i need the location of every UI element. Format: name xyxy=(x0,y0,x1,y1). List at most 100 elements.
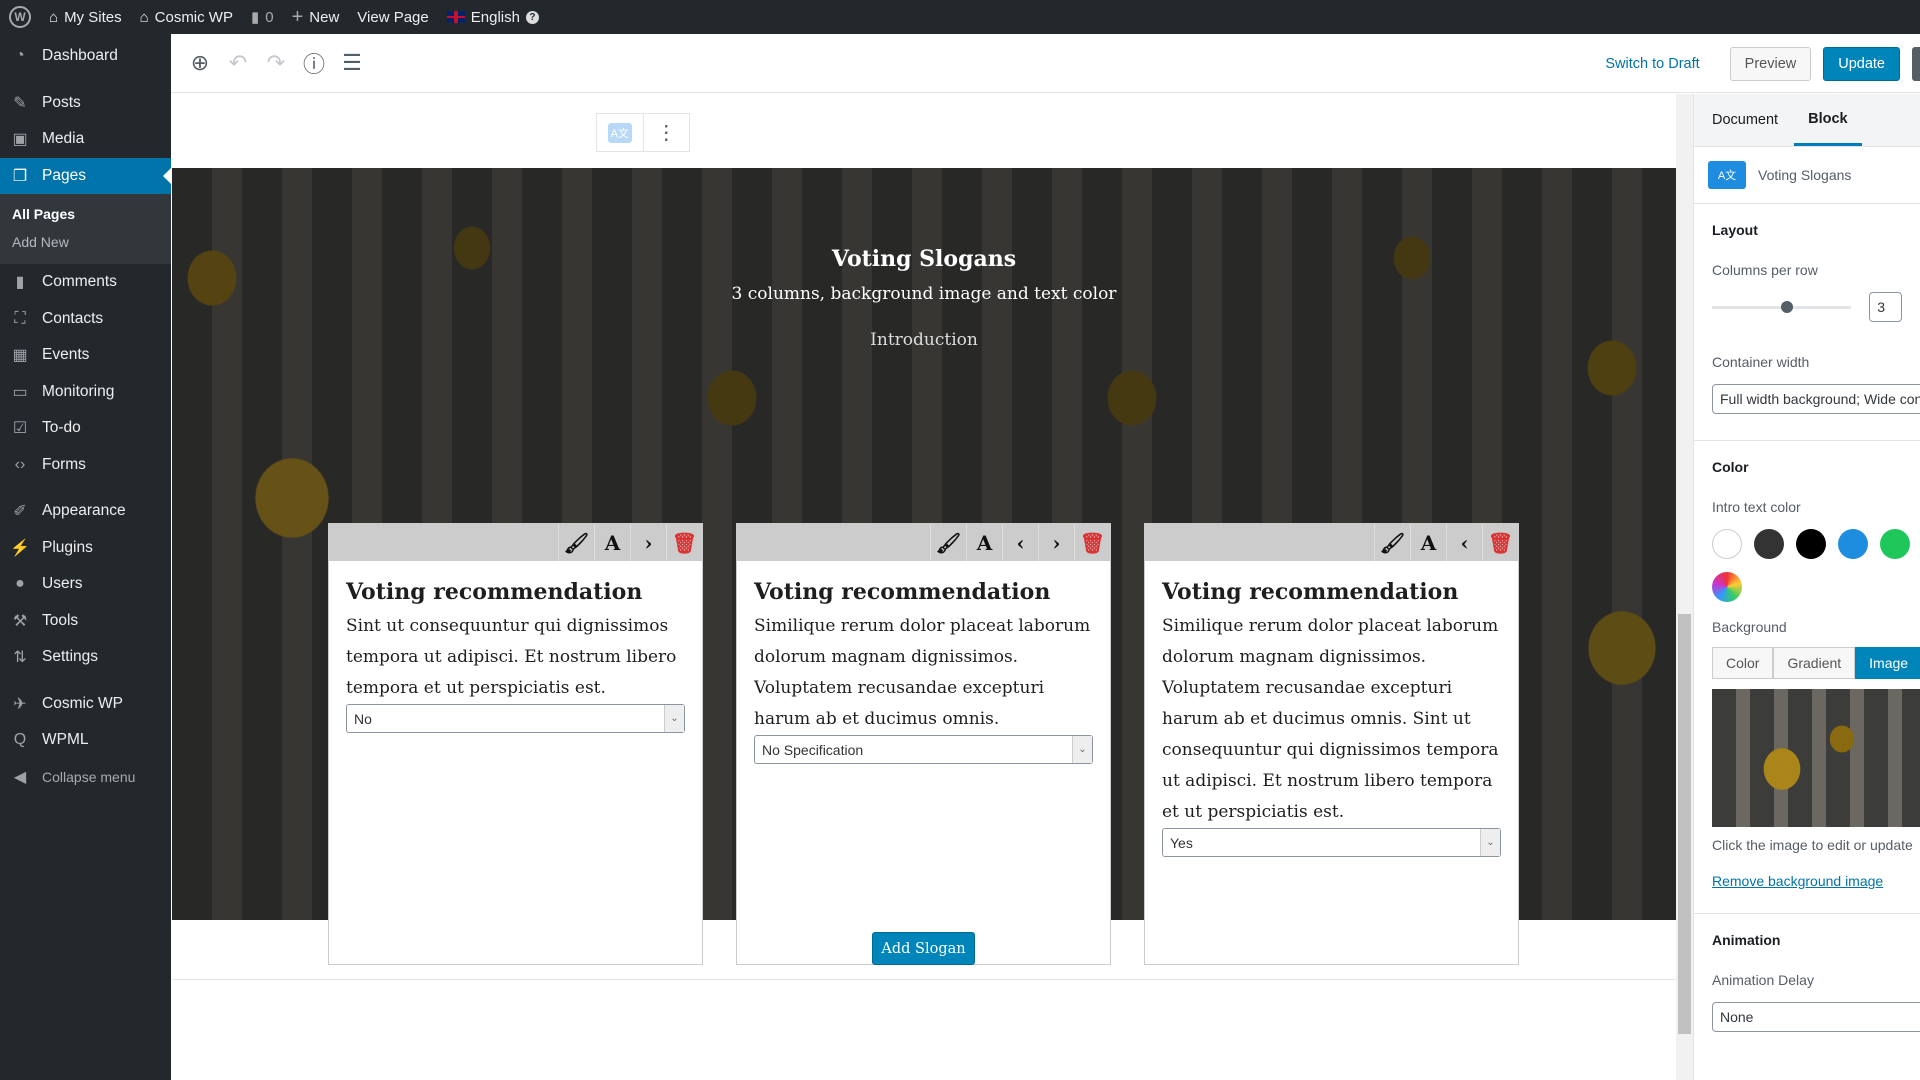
style-button[interactable]: 🖌 xyxy=(930,524,966,561)
block-title[interactable]: Voting Slogans xyxy=(172,246,1676,272)
card-heading[interactable]: Voting recommendation xyxy=(346,579,685,605)
move-left-button[interactable]: ‹ xyxy=(1446,524,1482,561)
menu-item-dashboard[interactable]: ◔ Dashboard xyxy=(0,38,171,75)
bg-image-option[interactable]: Image xyxy=(1855,647,1920,679)
columns-label: Columns per row xyxy=(1712,262,1818,278)
trash-icon: 🗑 xyxy=(671,530,698,555)
animation-delay-select[interactable]: None xyxy=(1712,1002,1920,1032)
custom-color-picker[interactable] xyxy=(1712,572,1742,602)
outline-button[interactable]: ☰ xyxy=(333,44,371,82)
letter-a-icon: A xyxy=(1420,530,1437,555)
text-color-button[interactable]: A xyxy=(1410,524,1446,561)
text-color-button[interactable]: A xyxy=(966,524,1002,561)
recommendation-select[interactable]: Yes ⌄ xyxy=(1162,828,1501,857)
menu-item-appearance[interactable]: ✐ Appearance xyxy=(0,493,171,530)
menu-item-events[interactable]: ▦ Events xyxy=(0,337,171,374)
menu-item-cosmic-wp[interactable]: ✈ Cosmic WP xyxy=(0,686,171,723)
preview-button[interactable]: Preview xyxy=(1729,46,1812,81)
background-image-thumbnail[interactable] xyxy=(1712,689,1920,827)
switch-to-draft-button[interactable]: Switch to Draft xyxy=(1587,56,1717,72)
menu-item-contacts[interactable]: ⛶ Contacts xyxy=(0,301,171,338)
menu-label: Comments xyxy=(42,273,117,291)
menu-item-monitoring[interactable]: ▭ Monitoring xyxy=(0,374,171,411)
trash-icon: 🗑 xyxy=(1079,530,1106,555)
canvas-scrollbar[interactable] xyxy=(1676,94,1693,1080)
redo-button[interactable]: ↷ xyxy=(257,44,295,82)
block-subtitle[interactable]: 3 columns, background image and text col… xyxy=(172,284,1676,304)
delete-button[interactable]: 🗑 xyxy=(666,524,702,561)
move-left-button[interactable]: ‹ xyxy=(1002,524,1038,561)
tab-block[interactable]: Block xyxy=(1794,94,1862,146)
wordpress-logo[interactable]: W xyxy=(0,0,40,34)
image-hint: Click the image to edit or update xyxy=(1712,837,1913,853)
contacts-icon: ⛶ xyxy=(14,309,26,327)
translate-icon: A文 xyxy=(1708,161,1746,189)
swatch-white[interactable] xyxy=(1712,529,1742,559)
bg-color-option[interactable]: Color xyxy=(1712,647,1774,679)
site-link[interactable]: ⌂ Cosmic WP xyxy=(131,0,242,34)
delete-button[interactable]: 🗑 xyxy=(1482,524,1518,561)
swatch-blue[interactable] xyxy=(1838,529,1868,559)
container-width-select[interactable]: Full width background; Wide content xyxy=(1712,384,1920,414)
menu-item-plugins[interactable]: ⚡ Plugins xyxy=(0,530,171,567)
card-heading[interactable]: Voting recommendation xyxy=(1162,579,1501,605)
swatch-black[interactable] xyxy=(1796,529,1826,559)
panel-heading[interactable]: Layout xyxy=(1712,222,1902,238)
language-switcher[interactable]: English? xyxy=(438,0,548,34)
info-button[interactable]: ⓘ xyxy=(295,44,333,82)
add-block-button[interactable]: ⊕ xyxy=(181,44,219,82)
panel-heading[interactable]: Color xyxy=(1712,459,1902,475)
menu-item-wpml[interactable]: Q WPML xyxy=(0,722,171,759)
menu-label: Plugins xyxy=(42,538,93,556)
collapse-icon: ◀ xyxy=(13,768,27,786)
menu-item-todo[interactable]: ☑ To-do xyxy=(0,410,171,447)
more-options-button[interactable]: ⋮ xyxy=(642,114,690,151)
swatch-green[interactable] xyxy=(1880,529,1910,559)
menu-item-settings[interactable]: ⇅ Settings xyxy=(0,639,171,676)
panel-heading[interactable]: Animation xyxy=(1712,932,1902,948)
menu-item-media[interactable]: ▣ Media xyxy=(0,121,171,158)
comments-link[interactable]: ▮ 0 xyxy=(242,0,283,34)
recommendation-select[interactable]: No ⌄ xyxy=(346,704,685,733)
tab-document[interactable]: Document xyxy=(1712,94,1778,146)
card-text[interactable]: Similique rerum dolor placeat laborum do… xyxy=(1162,611,1501,828)
my-sites-link[interactable]: ⌂ My Sites xyxy=(40,0,131,34)
card-heading[interactable]: Voting recommendation xyxy=(754,579,1093,605)
menu-item-forms[interactable]: ‹› Forms xyxy=(0,447,171,484)
submenu-all-pages[interactable]: All Pages xyxy=(0,200,171,228)
block-type-button[interactable]: A文 xyxy=(597,114,643,151)
move-right-button[interactable]: › xyxy=(630,524,666,561)
columns-slider[interactable] xyxy=(1712,300,1852,313)
style-button[interactable]: 🖌 xyxy=(558,524,594,561)
slider-handle[interactable] xyxy=(1781,300,1793,313)
delete-button[interactable]: 🗑 xyxy=(1074,524,1110,561)
style-button[interactable]: 🖌 xyxy=(1374,524,1410,561)
scrollbar-thumb[interactable] xyxy=(1678,614,1691,1034)
swatch-dark-gray[interactable] xyxy=(1754,529,1784,559)
bg-gradient-option[interactable]: Gradient xyxy=(1773,647,1856,679)
menu-item-comments[interactable]: ▮ Comments xyxy=(0,264,171,301)
new-link[interactable]: + New xyxy=(283,0,349,34)
add-slogan-button[interactable]: Add Slogan xyxy=(872,932,975,965)
card-text[interactable]: Sint ut consequuntur qui dignissimos tem… xyxy=(346,611,685,704)
remove-background-link[interactable]: Remove background image xyxy=(1712,873,1883,889)
submenu-add-new[interactable]: Add New xyxy=(0,228,171,256)
layout-panel: Layout Columns per row 3 Container width… xyxy=(1694,204,1920,441)
menu-item-tools[interactable]: ⚒ Tools xyxy=(0,603,171,640)
move-right-button[interactable]: › xyxy=(1038,524,1074,561)
columns-input[interactable]: 3 xyxy=(1869,292,1902,322)
text-color-button[interactable]: A xyxy=(594,524,630,561)
recommendation-select[interactable]: No Specification ⌄ xyxy=(754,735,1093,764)
menu-item-posts[interactable]: ✎ Posts xyxy=(0,85,171,122)
card-text[interactable]: Similique rerum dolor placeat laborum do… xyxy=(754,611,1093,735)
update-button[interactable]: Update xyxy=(1823,46,1900,81)
user-icon: ● xyxy=(15,575,25,593)
settings-toggle-button[interactable] xyxy=(1912,46,1920,81)
undo-button[interactable]: ↶ xyxy=(219,44,257,82)
view-page-link[interactable]: View Page xyxy=(348,0,437,34)
collapse-menu[interactable]: ◀ Collapse menu xyxy=(0,759,171,796)
menu-item-users[interactable]: ● Users xyxy=(0,566,171,603)
block-intro[interactable]: Introduction xyxy=(172,330,1676,350)
voting-slogans-block[interactable]: Voting Slogans 3 columns, background ima… xyxy=(172,168,1676,965)
menu-item-pages[interactable]: ❐ Pages xyxy=(0,157,171,194)
